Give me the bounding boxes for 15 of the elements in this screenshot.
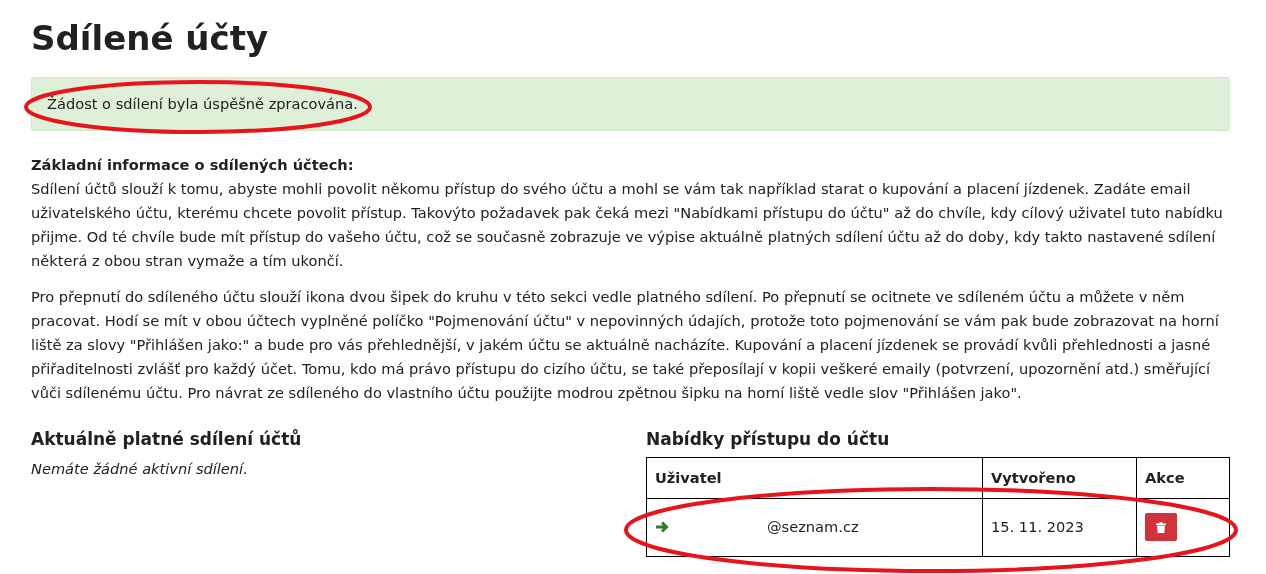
alert-message: Žádost o sdílení byla úspěšně zpracována.	[47, 94, 358, 112]
trash-icon	[1156, 521, 1166, 533]
user-email: @seznam.cz	[767, 517, 859, 538]
info-paragraph: Pro přepnutí do sdíleného účtu slouží ikona dvou šipek do kruhu v této sekci vedle platného sdílení. Po přepnutí se ocitnete ve sdíleném účtu a můžete v něm pracovat. Hodí se mít v obou účtech vyplněné políčko "Pojmenování účtu" v nepovinných údajích, protože toto pojmenování se vám pak bude zobrazovat na horní liště za slovy "Přihlášen jako:" a bude pro vás přehlednější, v jakém účtu se aktuálně nacházíte. Kupování a placení jízdenek se provádí kvůli přehlednosti a jasné přiřaditelnosti zvlášť pro každý účet. Tomu, kdo má právo přístupu do cizího účtu, se také přeposílají v kopii veškeré emaily (potvrzení, upozornění atd.) směřující vůči sdílenému účtu. Pro návrat ze sdíleného do vlastního účtu použijte modrou zpětnou šipku na horní liště vedle slov "Přihlášen jako".	[31, 286, 1220, 403]
column-header: Uživatel	[646, 457, 983, 499]
empty-message: Nemáte žádné aktivní sdílení.	[31, 458, 249, 479]
column-header: Vytvořeno	[982, 457, 1137, 499]
page-title: Sdílené účty	[31, 18, 270, 59]
delete-button[interactable]	[1145, 513, 1177, 542]
section-heading: Nabídky přístupu do účtu	[646, 427, 891, 451]
column-header: Akce	[1136, 457, 1230, 499]
info-heading: Základní informace o sdílených účtech:	[31, 154, 355, 175]
accept-arrow-icon[interactable]	[655, 521, 669, 534]
info-paragraph: Sdílení účtů slouží k tomu, abyste mohli povolit někomu přístup do svého účtu a mohl se vám tak například starat o kupování a placení jízdenek. Zadáte email uživatelského účtu, kterému chcete povolit přístup. Takovýto požadavek pak čeká mezi "Nabídkami přístupu do účtu" až do chvíle, kdy cílový uživatel tuto nabídku přijme. Od té chvíle bude mít přístup do vašeho účtu, což se současně zobrazuje ve výpise aktuálně platných sdílení účtu až do doby, kdy takto nastavené sdílení některá z obou stran vymaže a tím ukončí.	[31, 178, 1224, 271]
section-heading: Aktuálně platné sdílení účtů	[31, 427, 303, 451]
